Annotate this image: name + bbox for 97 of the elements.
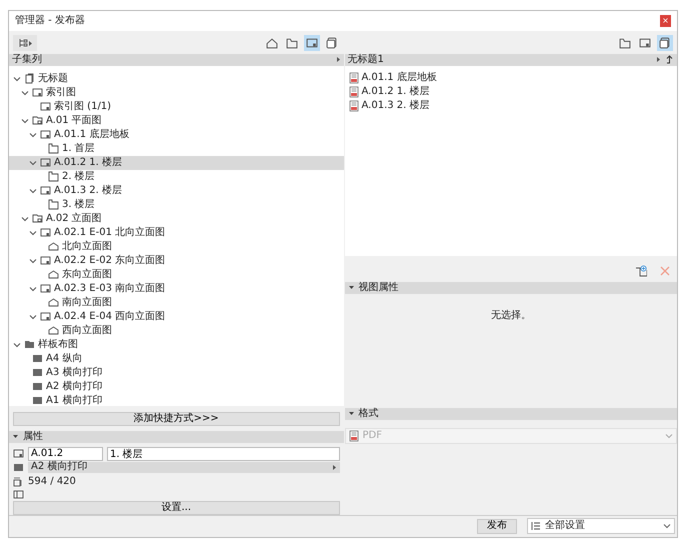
tree-item[interactable]: 东向立面图	[9, 268, 344, 282]
tree-item[interactable]: 样板布图	[9, 338, 344, 352]
stack-icon	[659, 37, 671, 50]
house-icon	[48, 269, 59, 280]
master-layout-dropdown[interactable]: A2 横向打印	[28, 462, 340, 473]
tree-item[interactable]: A.01.3 2. 楼层	[9, 184, 344, 198]
size-text: 594 / 420	[28, 476, 76, 488]
dimension-icon	[13, 476, 24, 488]
tree-item[interactable]: A.02.2 E-02 东向立面图	[9, 254, 344, 268]
folder-icon	[286, 37, 298, 50]
floor-plan-icon	[48, 171, 59, 182]
publish-item[interactable]: A.01.1 底层地板	[348, 70, 677, 85]
caret-icon	[336, 56, 340, 64]
book-icon	[24, 73, 35, 84]
tree-item[interactable]: 索引图 (1/1)	[9, 100, 344, 114]
settings-button[interactable]: 设置...	[13, 500, 340, 515]
close-button[interactable]: ×	[660, 14, 671, 27]
tree-item[interactable]: A.02 立面图	[9, 212, 344, 226]
list-icon	[531, 521, 541, 532]
publish-item[interactable]: A.01.2 1. 楼层	[348, 84, 677, 99]
menu-button[interactable]	[13, 35, 37, 52]
sheet-icon	[32, 367, 43, 378]
pdf-icon	[348, 430, 358, 442]
page-icon	[13, 490, 24, 499]
tree-item[interactable]: A2 横向打印	[9, 380, 344, 394]
tree-item[interactable]: A1 横向打印	[9, 394, 344, 408]
folder-icon	[24, 339, 35, 350]
add-button[interactable]	[633, 262, 649, 279]
name-field[interactable]: 1. 楼层	[107, 446, 340, 461]
floor-plan-icon	[48, 143, 59, 154]
house-icon	[48, 325, 59, 336]
tree-item[interactable]: A3 横向打印	[9, 366, 344, 380]
publish-item[interactable]: A.01.3 2. 楼层	[348, 98, 677, 113]
tree-item[interactable]: 索引图	[9, 86, 344, 100]
layout-icon	[639, 37, 651, 50]
tree-item[interactable]: 西向立面图	[9, 324, 344, 338]
settings-dropdown[interactable]: 全部设置	[527, 518, 675, 534]
sheet-icon	[32, 381, 43, 392]
layout-icon	[32, 87, 43, 98]
caret-icon	[656, 56, 661, 64]
close-icon	[660, 266, 670, 276]
publish-button[interactable]: 发布	[477, 518, 517, 534]
tree-item[interactable]: A.01.1 底层地板	[9, 128, 344, 142]
caret-icon	[28, 40, 32, 47]
pdf-icon	[348, 100, 358, 112]
empty-message: 无选择。	[490, 310, 531, 322]
pane-header: 无标题1	[344, 54, 677, 66]
layout-icon	[40, 129, 51, 140]
folder-icon	[32, 115, 43, 126]
view-button[interactable]	[304, 35, 320, 52]
tree-item[interactable]: 2. 楼层	[9, 170, 344, 184]
tree-item[interactable]: A.02.4 E-04 西向立面图	[9, 310, 344, 324]
tree-item[interactable]: A.02.1 E-01 北向立面图	[9, 226, 344, 240]
tree-item[interactable]: 1. 首层	[9, 142, 344, 156]
id-field[interactable]: A.01.2	[28, 446, 103, 461]
pdf-icon	[348, 86, 358, 98]
layout-icon	[306, 37, 318, 50]
section-header[interactable]: 属性	[9, 430, 344, 443]
tree-item[interactable]: A.02.3 E-03 南向立面图	[9, 282, 344, 296]
tree-item[interactable]: 3. 楼层	[9, 198, 344, 212]
caret-icon	[332, 464, 336, 471]
layout-icon	[40, 185, 51, 196]
floor-plan-icon	[48, 199, 59, 210]
folder-icon	[619, 37, 631, 50]
view-button[interactable]	[324, 35, 340, 52]
house-icon	[48, 241, 59, 252]
layout-icon	[40, 311, 51, 322]
tree-item[interactable]: 南向立面图	[9, 296, 344, 310]
chevron-icon	[663, 522, 671, 530]
folder-icon	[32, 213, 43, 224]
pane-header: 子集列	[9, 54, 344, 66]
tree-item[interactable]: 无标题	[9, 72, 344, 86]
layout-icon	[40, 227, 51, 238]
add-shortcut-button[interactable]: 添加快捷方式>>>	[13, 412, 340, 426]
sheet-icon	[32, 395, 43, 406]
layout-icon	[40, 283, 51, 294]
new-folder-icon	[635, 264, 647, 277]
window-title: 管理器 - 发布器	[15, 14, 85, 27]
chevron-icon	[665, 432, 673, 440]
layout-icon	[40, 101, 51, 112]
house-icon	[48, 297, 59, 308]
sheet-icon	[32, 353, 43, 364]
tree-item[interactable]: 北向立面图	[9, 240, 344, 254]
pdf-icon	[348, 72, 358, 84]
layout-icon	[40, 157, 51, 168]
view-button[interactable]	[657, 35, 673, 52]
tree-icon	[18, 38, 28, 48]
house-icon	[266, 37, 278, 50]
layout-icon	[40, 255, 51, 266]
tree-item[interactable]: A4 纵向	[9, 352, 344, 366]
section-header[interactable]: 视图属性	[344, 282, 677, 294]
layout-icon	[13, 448, 24, 460]
sheet-icon	[13, 462, 24, 473]
stack-icon	[326, 37, 338, 50]
tree-item[interactable]: A.01 平面图	[9, 114, 344, 128]
tree-item[interactable]: A.01.2 1. 楼层	[9, 156, 344, 170]
up-arrow-icon	[665, 55, 674, 64]
